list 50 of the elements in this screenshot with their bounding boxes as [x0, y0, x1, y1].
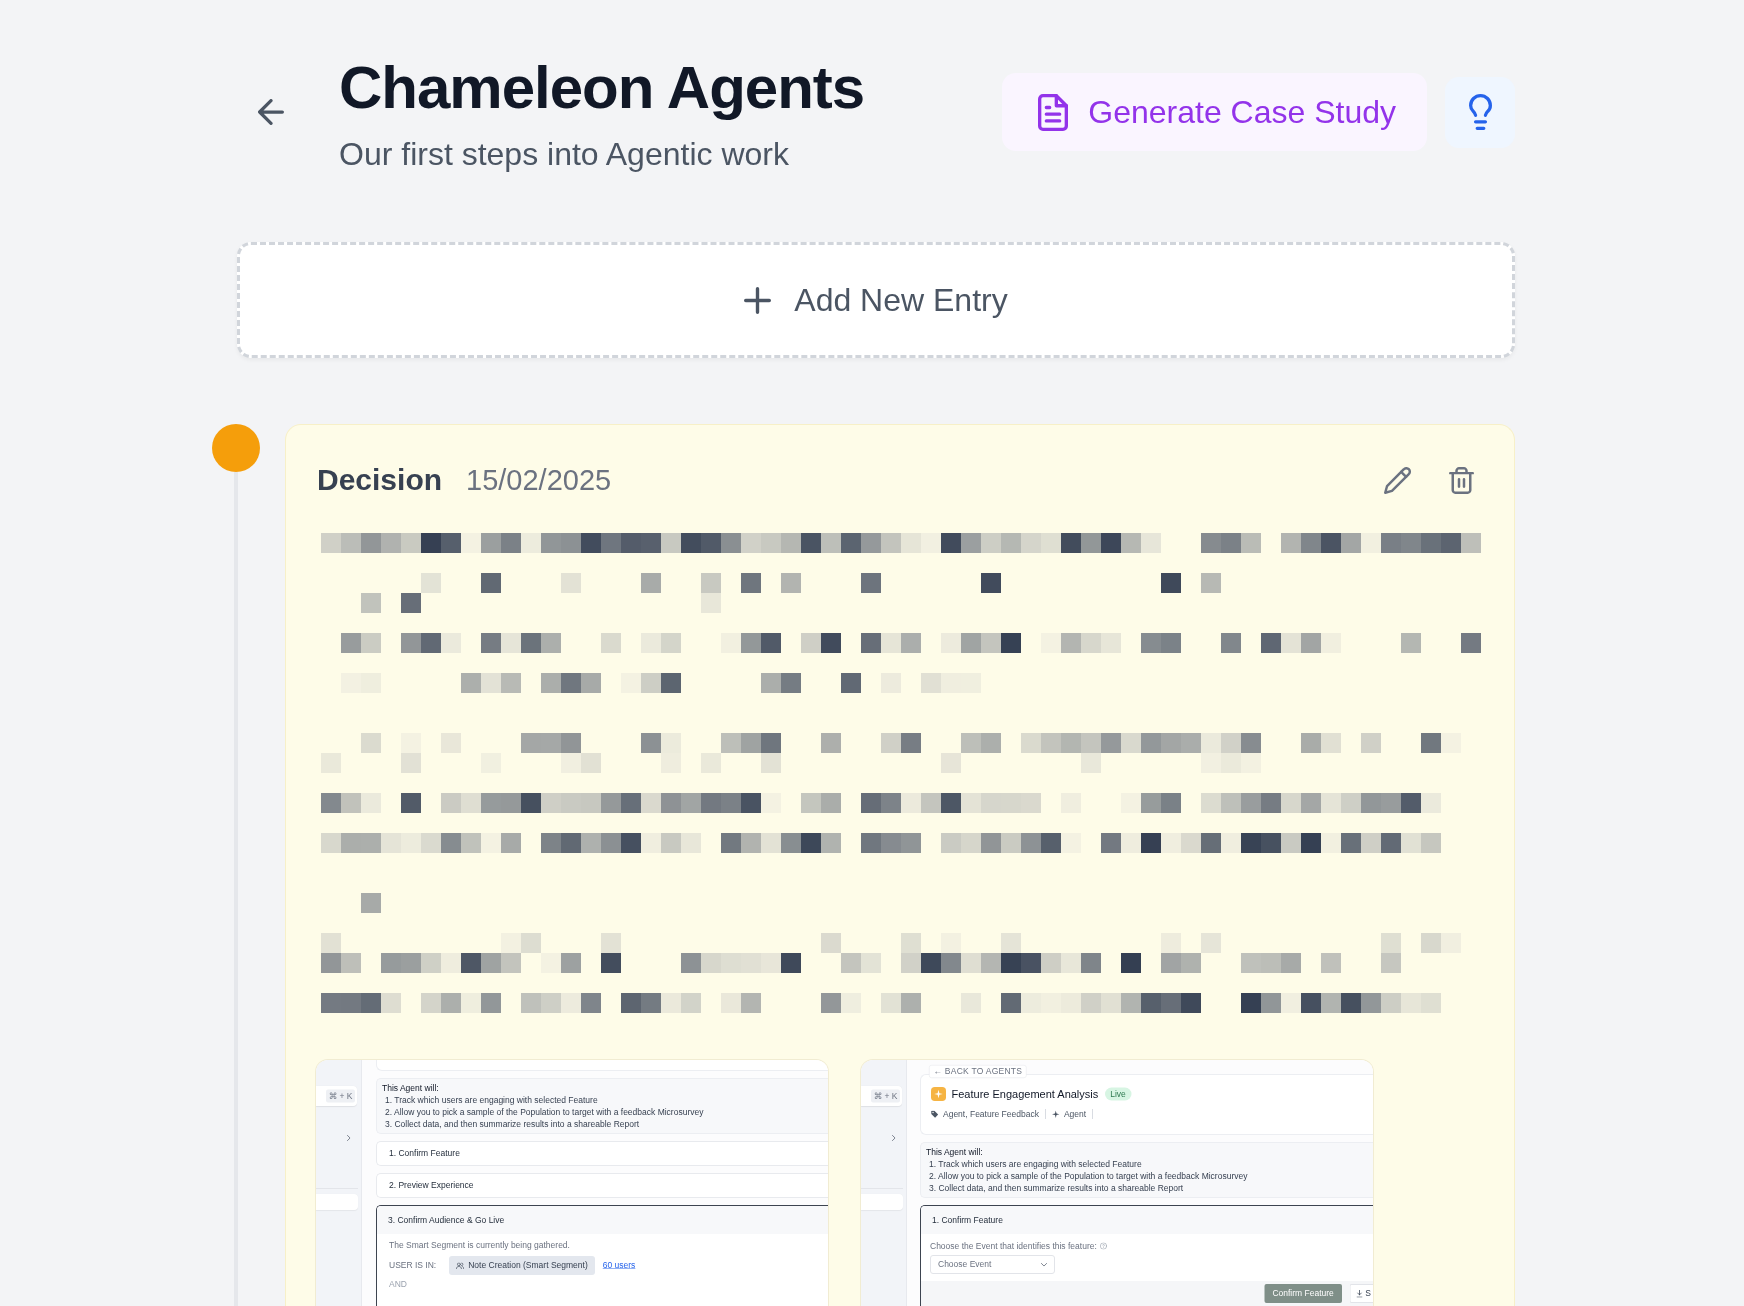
step-title: 1. Confirm Feature: [932, 1215, 1003, 1225]
arrow-left-icon[interactable]: [258, 99, 284, 125]
download-button[interactable]: S: [1349, 1284, 1373, 1303]
step-title: 1. Confirm Feature: [389, 1148, 460, 1159]
keyboard-shortcut: ⌘ + K: [871, 1089, 900, 1103]
status-badge: Live: [1104, 1087, 1132, 1101]
intro-list-item: 2. Allow you to pick a sample of the Population to target with a feedback Microsurvey: [385, 1106, 704, 1118]
sparkle-icon: [931, 1087, 946, 1101]
lightbulb-button[interactable]: [1445, 76, 1515, 148]
logic-label: AND: [389, 1279, 407, 1290]
step-title: 3. Confirm Audience & Go Live: [388, 1215, 505, 1225]
intro-list-item: 3. Collect data, and then summarize results into a shareable Report: [385, 1118, 640, 1130]
entry-type-label: Decision: [317, 463, 443, 497]
trash-icon[interactable]: [1449, 466, 1474, 494]
field-label: Choose the Event that identifies this feature:: [930, 1240, 1097, 1252]
sparkle-icon: [1051, 1110, 1060, 1118]
field-label: USER IS IN:: [389, 1260, 437, 1271]
intro-list-item: 1. Track which users are engaging with selected Feature: [385, 1094, 598, 1106]
step-header[interactable]: 1. Confirm Feature: [921, 1206, 1373, 1234]
plus-icon: [744, 286, 772, 314]
agent-title: Feature Engagement Analysis: [951, 1087, 1099, 1101]
step-header[interactable]: 3. Confirm Audience & Go Live: [377, 1206, 828, 1234]
tag-icon: [931, 1110, 939, 1118]
page-title: Chameleon Agents: [339, 55, 865, 121]
event-dropdown[interactable]: Choose Event: [930, 1255, 1055, 1274]
entry-date: 15/02/2025: [466, 463, 612, 497]
step-card[interactable]: 1. Confirm Feature: [376, 1141, 828, 1166]
intro-list-item: 1. Track which users are engaging with selected Feature: [929, 1158, 1142, 1170]
page-subtitle: Our first steps into Agentic work: [339, 135, 789, 174]
document-icon: [1038, 93, 1069, 131]
intro-list-item: 3. Collect data, and then summarize results into a shareable Report: [929, 1182, 1184, 1194]
step-card[interactable]: 2. Preview Experience: [376, 1173, 828, 1198]
generate-case-study-button[interactable]: Generate Case Study: [1002, 73, 1427, 151]
agent-type: Agent: [1063, 1109, 1087, 1119]
agent-tags: Agent, Feature Feedback: [943, 1109, 1039, 1119]
search-field[interactable]: ⌘ + K: [316, 1086, 357, 1106]
keyboard-shortcut: ⌘ + K: [326, 1089, 355, 1103]
intro-heading: This Agent will:: [926, 1146, 983, 1158]
users-link[interactable]: 60 users: [602, 1260, 636, 1271]
pencil-icon[interactable]: [1384, 466, 1411, 494]
add-entry-button[interactable]: Add New Entry: [237, 242, 1515, 358]
lightbulb-icon: [1468, 94, 1492, 130]
segment-chip[interactable]: Note Creation (Smart Segment): [449, 1256, 595, 1275]
back-link[interactable]: ← BACK TO AGENTS: [929, 1065, 1027, 1078]
intro-heading: This Agent will:: [382, 1082, 439, 1094]
intro-list-item: 2. Allow you to pick a sample of the Population to target with a feedback Microsurvey: [929, 1170, 1248, 1182]
search-field[interactable]: ⌘ + K: [861, 1086, 902, 1106]
step-title: 2. Preview Experience: [389, 1180, 474, 1191]
step-note: The Smart Segment is currently being gathered.: [389, 1240, 570, 1251]
segment-name: Note Creation (Smart Segment): [468, 1260, 588, 1271]
